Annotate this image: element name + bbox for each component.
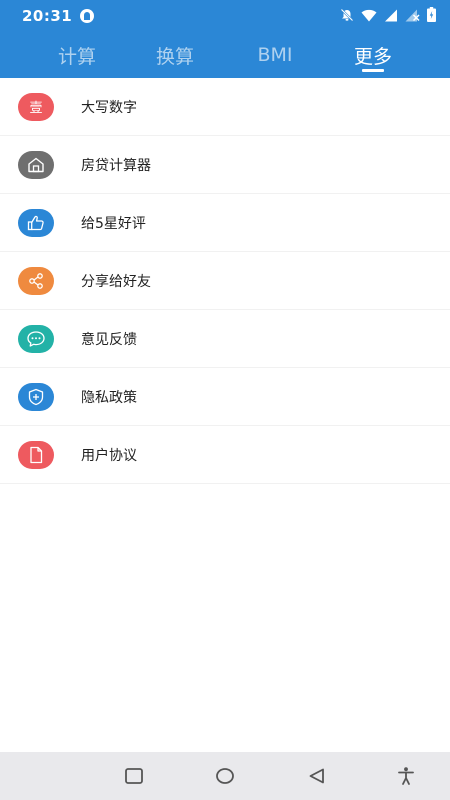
- mute-icon: [340, 7, 354, 26]
- menu-item-label: 给5星好评: [81, 215, 146, 232]
- tab-convert[interactable]: 换算: [150, 32, 200, 78]
- menu-item-share-with-friends[interactable]: 分享给好友: [0, 252, 450, 310]
- signal-icon: [384, 7, 398, 26]
- thumbs-up-icon: [18, 208, 54, 237]
- document-icon: [18, 440, 54, 469]
- recents-square-icon[interactable]: [114, 752, 154, 800]
- shield-icon: [18, 382, 54, 411]
- status-icons: [340, 6, 436, 26]
- wifi-icon: [361, 7, 377, 26]
- accessibility-icon[interactable]: [386, 752, 426, 800]
- home-circle-icon[interactable]: [205, 752, 245, 800]
- menu-item-label: 分享给好友: [81, 273, 151, 290]
- status-time: 20:31: [22, 7, 73, 25]
- menu-item-label: 大写数字: [81, 99, 137, 116]
- system-nav-bar: [0, 752, 450, 800]
- tab-calculate[interactable]: 计算: [52, 32, 102, 78]
- tab-label: 更多: [353, 45, 392, 68]
- menu-item-privacy-policy[interactable]: 隐私政策: [0, 368, 450, 426]
- menu-item-rate-five-stars[interactable]: 给5星好评: [0, 194, 450, 252]
- menu-item-label: 隐私政策: [81, 389, 137, 406]
- menu-item-feedback[interactable]: 意见反馈: [0, 310, 450, 368]
- status-bar: 20:31: [0, 0, 450, 32]
- uppercase-number-icon: 壹: [18, 92, 54, 121]
- tab-bmi[interactable]: BMI: [250, 32, 300, 78]
- tab-label: BMI: [257, 44, 293, 66]
- battery-charging-icon: [427, 6, 436, 26]
- tab-label: 换算: [155, 45, 194, 68]
- menu-item-label: 房贷计算器: [81, 157, 151, 174]
- house-icon: [18, 150, 54, 179]
- no-signal-icon: [405, 7, 420, 26]
- menu-list: 壹 大写数字 房贷计算器 给5星好评 分享给好友 意见反馈 隐私政策 用户协议: [0, 78, 450, 484]
- app-notification-icon: [80, 9, 95, 23]
- share-icon: [18, 266, 54, 295]
- menu-item-user-agreement[interactable]: 用户协议: [0, 426, 450, 484]
- tab-more[interactable]: 更多: [347, 32, 399, 78]
- menu-item-mortgage-calculator[interactable]: 房贷计算器: [0, 136, 450, 194]
- tab-active-indicator: [362, 69, 384, 72]
- chat-bubble-icon: [18, 324, 54, 353]
- back-triangle-icon[interactable]: [297, 752, 337, 800]
- tab-label: 计算: [57, 45, 96, 68]
- menu-item-label: 意见反馈: [81, 331, 137, 348]
- menu-item-uppercase-number[interactable]: 壹 大写数字: [0, 78, 450, 136]
- menu-item-label: 用户协议: [81, 447, 137, 464]
- tab-bar: 计算 换算 BMI 更多: [0, 32, 450, 78]
